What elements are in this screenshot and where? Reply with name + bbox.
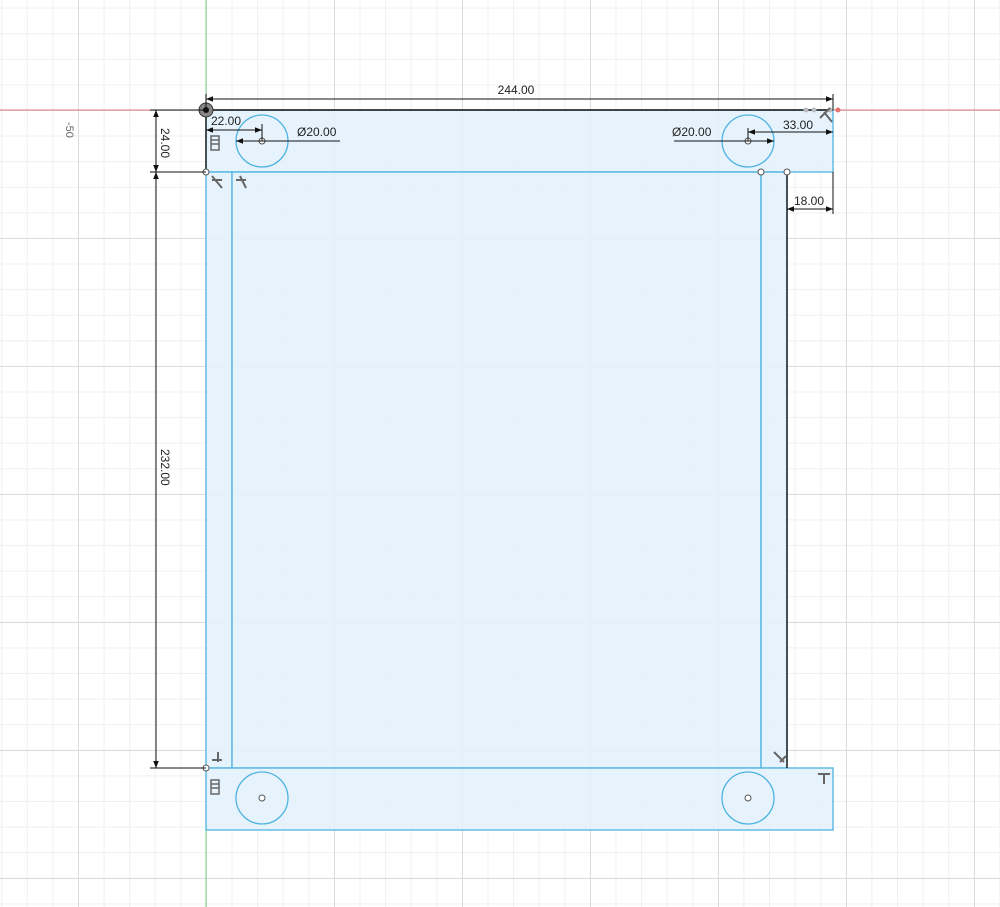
dimension-label-left-hole-offset[interactable]: 22.00: [211, 114, 241, 128]
dimension-label-top-height[interactable]: 24.00: [158, 128, 172, 158]
sketch-point[interactable]: [783, 168, 791, 176]
dimension-label-side-length[interactable]: 232.00: [158, 449, 172, 486]
right-leg-profile[interactable]: [760, 171, 788, 769]
bottom-crossbar-profile[interactable]: [205, 767, 834, 831]
left-leg-profile[interactable]: [205, 171, 233, 769]
dimension-label-left-hole-diameter[interactable]: Ø20.00: [297, 125, 337, 139]
hole-center-point[interactable]: [258, 794, 266, 802]
hole-center-point[interactable]: [744, 794, 752, 802]
dimension-label-overall-width[interactable]: 244.00: [498, 83, 535, 97]
sketch-canvas[interactable]: -50 244.00 24.00 232.00 22.00 Ø20.00 Ø20…: [0, 0, 1000, 907]
axis-label-y-offset: -50: [63, 122, 75, 138]
sketch-point[interactable]: [757, 168, 765, 176]
sketch-profiles[interactable]: [205, 109, 834, 831]
inner-panel-profile[interactable]: [231, 171, 762, 769]
dimension-label-right-inset[interactable]: 18.00: [794, 194, 824, 208]
dimension-label-right-hole-offset[interactable]: 33.00: [783, 118, 813, 132]
dimension-label-right-hole-diameter[interactable]: Ø20.00: [672, 125, 712, 139]
sketch-svg[interactable]: -50 244.00 24.00 232.00 22.00 Ø20.00 Ø20…: [0, 0, 1000, 907]
